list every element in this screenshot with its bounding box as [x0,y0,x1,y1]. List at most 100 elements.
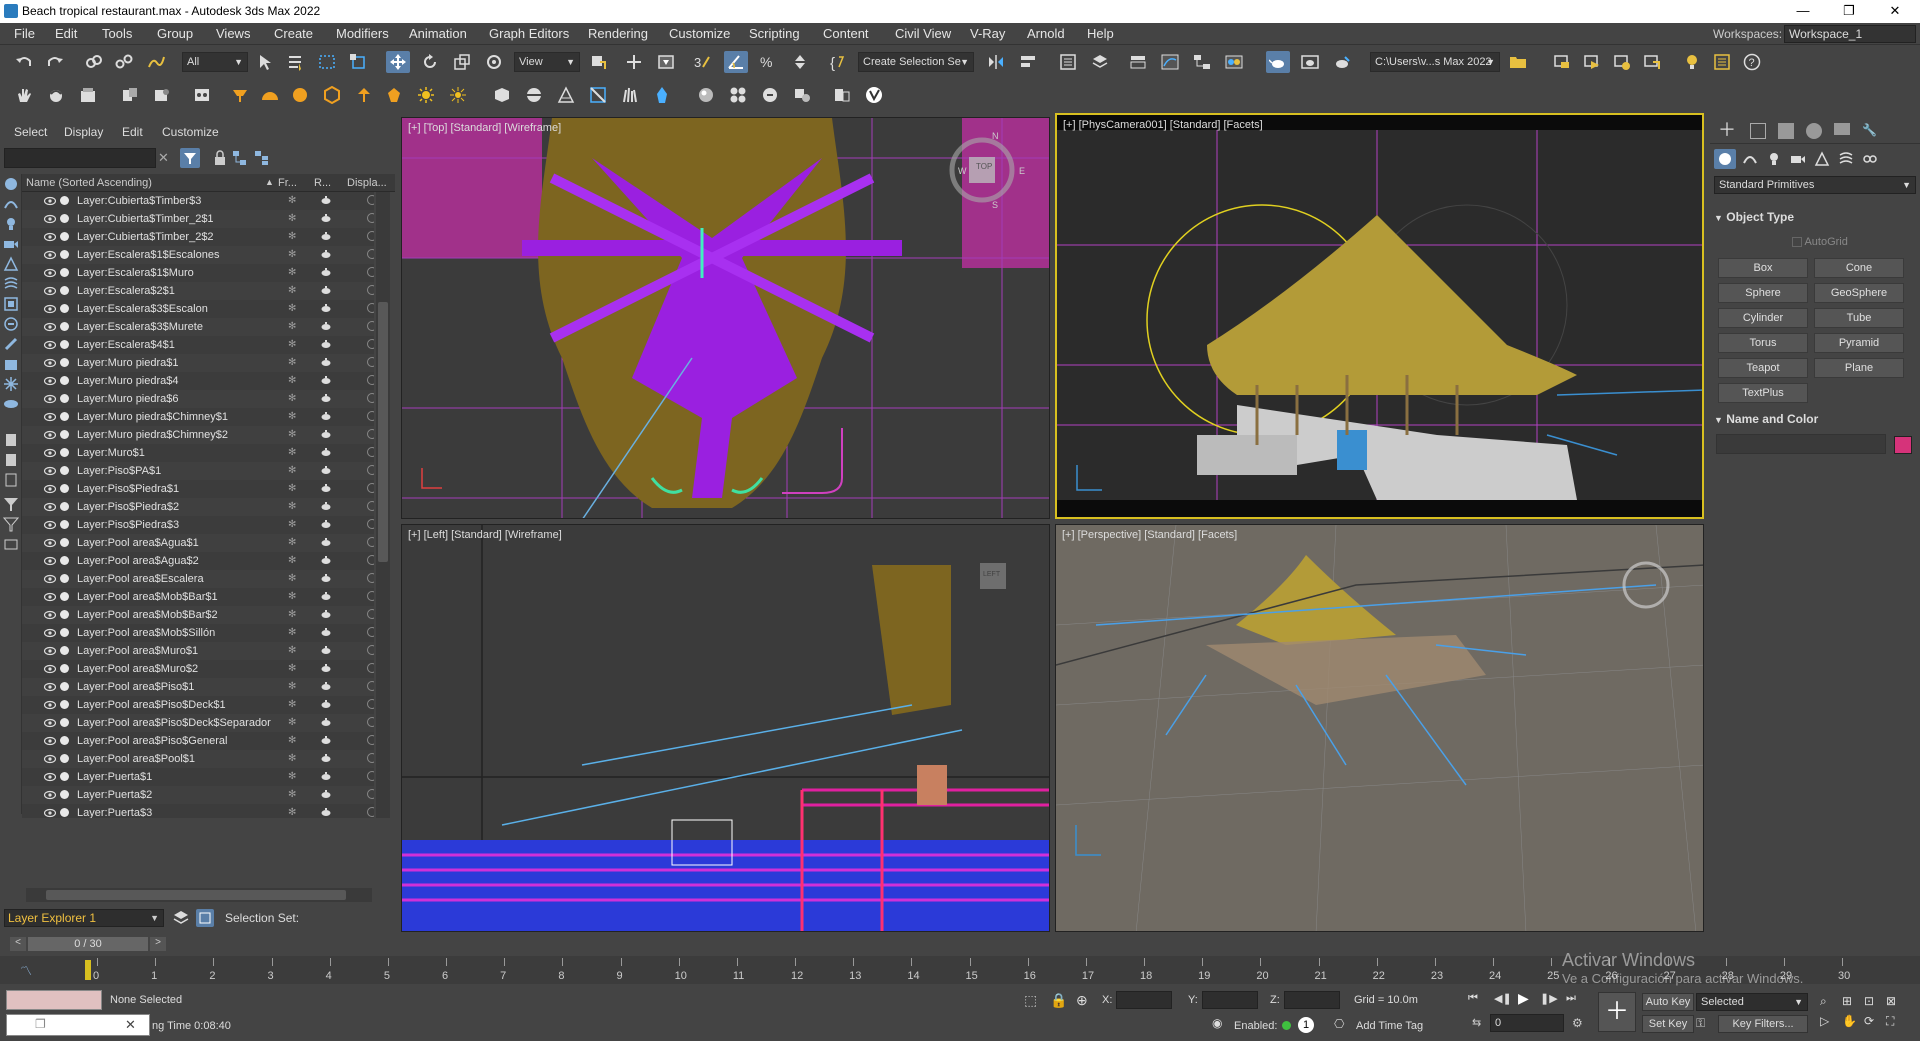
freeze-icon[interactable]: ✻ [288,213,298,224]
layer-active-icon[interactable] [60,592,69,601]
prev-frame-button[interactable]: < [10,937,26,951]
freeze-icon[interactable]: ✻ [288,447,298,458]
time-slider-thumb[interactable]: 0 / 30 [28,937,148,951]
display-mode-icon[interactable] [367,411,374,421]
layer-row[interactable]: Layer:Puerta$2 ✻ [22,786,374,804]
adaptive-degradation-icon[interactable]: ◉ [1212,1016,1228,1032]
freeze-icon[interactable]: ✻ [288,753,298,764]
layer-active-icon[interactable] [60,556,69,565]
angle-snap-button[interactable] [724,51,748,73]
geosphere-button[interactable]: GeoSphere [1814,283,1904,303]
display-mode-icon[interactable] [367,375,374,385]
menu-scripting[interactable]: Scripting [749,26,800,41]
eye-icon[interactable] [44,376,56,386]
display-mode-icon[interactable] [367,573,374,583]
freeze-icon[interactable]: ✻ [288,699,298,710]
display-mode-icon[interactable] [367,771,374,781]
project-button[interactable] [1506,51,1530,73]
freeze-icon[interactable]: ✻ [288,717,298,728]
selection-filter-dropdown[interactable]: All ▼ [182,52,248,72]
eye-icon[interactable] [44,520,56,530]
object-type-rollout[interactable]: ▼ Object Type [1714,210,1916,228]
layer-row[interactable]: Layer:Escalera$3$Murete ✻ [22,318,374,336]
container-button[interactable] [76,84,100,106]
selection-lock-icon[interactable]: 🔒 [1050,992,1067,1008]
vray-volume-button[interactable] [650,84,674,106]
percent-snap-button[interactable]: % [756,51,780,73]
freeze-icon[interactable]: ✻ [288,303,298,314]
helpers-category-icon[interactable] [1814,151,1830,167]
layer-active-icon[interactable] [60,520,69,529]
tube-button[interactable]: Tube [1814,308,1904,328]
renderable-teapot-icon[interactable] [320,609,332,619]
render-production-button[interactable] [1330,51,1354,73]
display-mode-icon[interactable] [367,537,374,547]
layer-active-icon[interactable] [60,358,69,367]
spinner-snap-button[interactable] [788,51,812,73]
material-override-button[interactable] [758,84,782,106]
renderable-teapot-icon[interactable] [320,213,332,223]
explorer-vertical-scrollbar[interactable] [376,192,390,818]
display-mode-icon[interactable] [367,789,374,799]
layer-name[interactable]: Layer:Puerta$2 [77,789,152,801]
freeze-icon[interactable]: ✻ [288,429,298,440]
display-mode-icon[interactable] [367,627,374,637]
utilities-tab-wrench-icon[interactable]: 🔧 [1862,123,1878,139]
layer-name[interactable]: Layer:Pool area$Mob$Bar$1 [77,591,218,603]
freeze-icon[interactable]: ✻ [288,195,298,206]
layer-name[interactable]: Layer:Muro piedra$6 [77,393,179,405]
filter-spacewarps-icon[interactable] [3,276,19,292]
display-mode-icon[interactable] [367,717,374,727]
menu-civil-view[interactable]: Civil View [895,26,951,41]
workspace-dropdown[interactable]: Workspace_1 [1784,25,1916,43]
vray-proxy-button[interactable] [490,84,514,106]
explorer-search-input[interactable] [4,148,156,168]
layer-name[interactable]: Layer:Muro piedra$4 [77,375,179,387]
link-button[interactable] [82,51,106,73]
filter-funnel-icon[interactable] [3,496,19,512]
layer-name[interactable]: Layer:Muro piedra$1 [77,357,179,369]
eye-icon[interactable] [44,286,56,296]
layer-active-icon[interactable] [60,322,69,331]
layer-row[interactable]: Layer:Pool area$Agua$1 ✻ [22,534,374,552]
layer-row[interactable]: Layer:Escalera$1$Escalones ✻ [22,246,374,264]
viewport-perspective-label[interactable]: [+] [Perspective] [Standard] [Facets] [1062,529,1237,541]
renderable-teapot-icon[interactable] [320,807,332,817]
filter-bones-icon[interactable] [3,336,19,352]
toggle-scene-explorer-button[interactable] [1056,51,1080,73]
eye-icon[interactable] [44,268,56,278]
display-mode-icon[interactable] [367,645,374,655]
eye-icon[interactable] [44,790,56,800]
unlink-button[interactable] [112,51,136,73]
menu-animation[interactable]: Animation [409,26,467,41]
layer-active-icon[interactable] [60,538,69,547]
layer-active-icon[interactable] [60,484,69,493]
window-crossing-button[interactable] [346,51,370,73]
modify-tab-icon[interactable] [1750,123,1766,139]
freeze-icon[interactable]: ✻ [288,807,298,818]
freeze-icon[interactable]: ✻ [288,627,298,638]
named-selection-dropdown[interactable]: Create Selection Se ▼ [858,52,974,72]
vray-plane-button[interactable] [522,84,546,106]
renderable-teapot-icon[interactable] [320,681,332,691]
freeze-icon[interactable]: ✻ [288,573,298,584]
vray-lister-button[interactable] [1640,51,1664,73]
layer-active-icon[interactable] [60,718,69,727]
display-mode-icon[interactable] [367,321,374,331]
renderable-teapot-icon[interactable] [320,771,332,781]
layer-row[interactable]: Layer:Pool area$Mob$Sillón ✻ [22,624,374,642]
eye-icon[interactable] [44,592,56,602]
object-name-input[interactable] [1716,434,1886,454]
clear-search-icon[interactable]: ✕ [158,150,174,166]
layer-row[interactable]: Layer:Piso$Piedra$3 ✻ [22,516,374,534]
renderable-teapot-icon[interactable] [320,573,332,583]
viewcube-left-face[interactable]: LEFT [980,563,1006,589]
toggle-layer-explorer-button[interactable] [1088,51,1112,73]
freeze-icon[interactable]: ✻ [288,501,298,512]
layer-name[interactable]: Layer:Cubierta$Timber_2$1 [77,213,214,225]
vray-sky-button[interactable] [446,84,470,106]
freeze-icon[interactable]: ✻ [288,591,298,602]
freeze-icon[interactable]: ✻ [288,249,298,260]
select-and-place-button[interactable] [482,51,506,73]
geometry-category-button[interactable] [1714,149,1736,169]
